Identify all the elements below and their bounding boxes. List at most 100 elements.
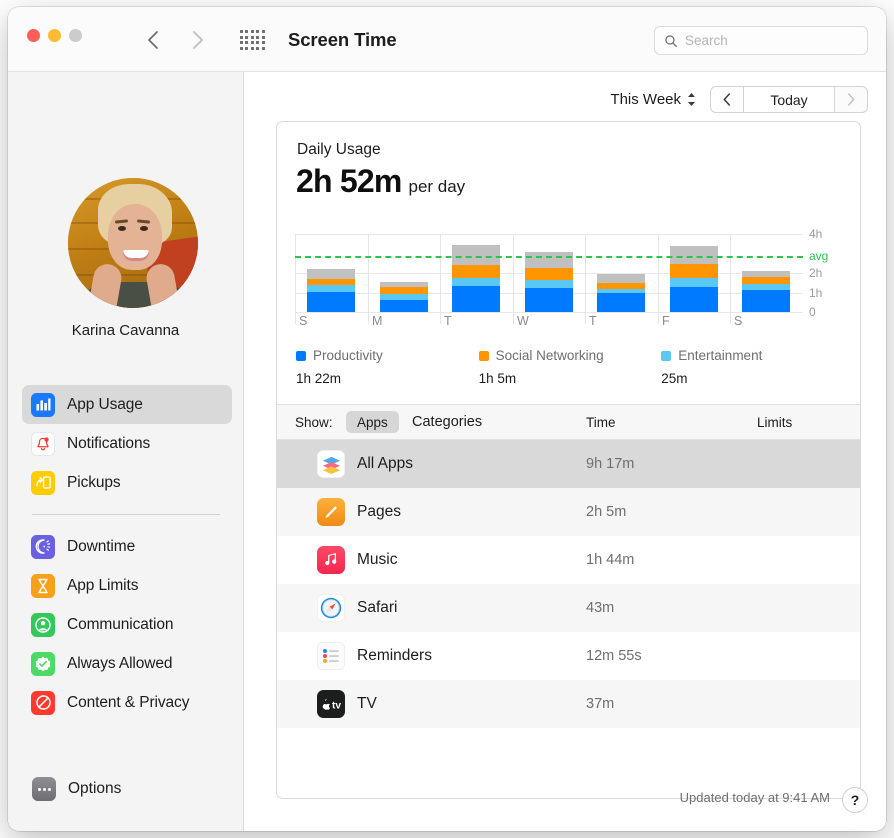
next-period-button[interactable]	[835, 86, 868, 113]
window-body: Karina Cavanna App Usage	[8, 72, 886, 831]
chart-bar-segment	[525, 280, 573, 288]
period-toolbar: This Week Today	[610, 86, 868, 113]
chart-day-separator	[440, 234, 441, 324]
table-row[interactable]: Pages 2h 5m	[277, 488, 860, 536]
search-field[interactable]	[654, 26, 868, 55]
table-row[interactable]: tv TV 37m	[277, 680, 860, 728]
chart-bar	[307, 269, 355, 312]
help-button[interactable]: ?	[842, 787, 868, 813]
legend-label: Social Networking	[496, 348, 604, 363]
svg-text:tv: tv	[332, 700, 341, 711]
search-input[interactable]	[685, 33, 850, 48]
safari-icon	[317, 594, 345, 622]
sidebar-item-notifications[interactable]: Notifications	[22, 424, 232, 463]
legend-swatch-icon	[661, 351, 671, 361]
chart-bar	[597, 274, 645, 312]
daily-usage-chart: SMTWTFS 01h2havg4h	[295, 234, 843, 330]
chevron-left-icon	[146, 30, 159, 50]
chart-gridline	[295, 312, 803, 313]
usage-card: Daily Usage 2h 52m per day SMTWTFS 01h2h…	[276, 121, 861, 799]
chart-bar-segment	[525, 288, 573, 312]
chevron-right-icon	[847, 93, 855, 106]
prev-period-button[interactable]	[710, 86, 743, 113]
screen-time-window: Screen Time	[8, 7, 886, 831]
period-select[interactable]: This Week	[610, 91, 696, 108]
back-button[interactable]	[136, 24, 168, 56]
sidebar-divider	[32, 514, 220, 515]
legend-item: Productivity 1h 22m	[296, 348, 479, 386]
sidebar-item-app-limits[interactable]: App Limits	[22, 566, 232, 605]
zoom-button[interactable]	[69, 29, 82, 42]
chart-y-tick: 2h	[809, 266, 822, 280]
sidebar-item-pickups[interactable]: Pickups	[22, 463, 232, 502]
chart-day-separator	[730, 234, 731, 324]
tab-apps[interactable]: Apps	[346, 411, 399, 433]
sidebar-item-label: App Limits	[67, 577, 138, 595]
show-all-grid-icon[interactable]	[240, 29, 270, 51]
close-button[interactable]	[27, 29, 40, 42]
bell-icon	[31, 432, 55, 456]
chart-bar	[742, 271, 790, 312]
chart-bar-segment	[670, 278, 718, 286]
column-header-limits: Limits	[757, 415, 792, 430]
chart-day-label: W	[517, 314, 529, 328]
options-label: Options	[68, 780, 121, 798]
traffic-lights	[27, 29, 82, 42]
sidebar-item-label: Always Allowed	[67, 655, 172, 673]
chart-bar-icon	[31, 393, 55, 417]
chart-bar-segment	[742, 290, 790, 312]
legend-label: Productivity	[313, 348, 383, 363]
date-nav-segment: Today	[710, 86, 868, 113]
sidebar-item-downtime[interactable]: Downtime	[22, 527, 232, 566]
chart-bar-segment	[452, 286, 500, 312]
table-row[interactable]: Music 1h 44m	[277, 536, 860, 584]
tab-categories[interactable]: Categories	[412, 414, 482, 430]
legend-value: 1h 5m	[479, 371, 662, 386]
sidebar-item-app-usage[interactable]: App Usage	[22, 385, 232, 424]
daily-usage-total: 2h 52m per day	[296, 163, 465, 200]
checkmark-seal-icon	[31, 652, 55, 676]
sidebar-item-communication[interactable]: Communication	[22, 605, 232, 644]
sidebar-item-label: App Usage	[67, 396, 143, 414]
app-time: 2h 5m	[586, 504, 626, 520]
sidebar-item-label: Downtime	[67, 538, 135, 556]
music-icon	[317, 546, 345, 574]
table-row[interactable]: Safari 43m	[277, 584, 860, 632]
app-time: 43m	[586, 600, 614, 616]
chart-bar-segment	[597, 274, 645, 283]
legend-item: Entertainment 25m	[661, 348, 844, 386]
column-header-time: Time	[586, 415, 616, 430]
avatar[interactable]	[68, 178, 198, 308]
sidebar-item-always-allowed[interactable]: Always Allowed	[22, 644, 232, 683]
today-button[interactable]: Today	[743, 86, 835, 113]
chart-y-tick: 4h	[809, 227, 822, 241]
chart-y-tick: 0	[809, 305, 816, 319]
table-row[interactable]: Reminders 12m 55s	[277, 632, 860, 680]
chart-bar-segment	[380, 300, 428, 312]
options-button[interactable]: Options	[32, 777, 121, 801]
period-label: This Week	[610, 91, 681, 108]
chart-day-separator	[658, 234, 659, 324]
legend-item: Social Networking 1h 5m	[479, 348, 662, 386]
sidebar-item-label: Pickups	[67, 474, 121, 492]
chart-day-separator	[295, 234, 296, 324]
table-header-bar: Show: Apps Categories Time Limits	[277, 404, 860, 440]
app-name: Pages	[357, 503, 401, 521]
chart-gridline	[295, 234, 803, 235]
forward-button[interactable]	[181, 24, 213, 56]
usage-total-unit: per day	[408, 177, 465, 197]
chart-y-tick: avg	[809, 249, 828, 263]
minimize-button[interactable]	[48, 29, 61, 42]
chart-bar-segment	[597, 293, 645, 312]
app-time: 12m 55s	[586, 648, 642, 664]
window-titlebar: Screen Time	[8, 7, 886, 72]
user-name: Karina Cavanna	[8, 322, 243, 339]
chart-day-separator	[368, 234, 369, 324]
sidebar-item-content-privacy[interactable]: Content & Privacy	[22, 683, 232, 722]
app-time: 37m	[586, 696, 614, 712]
chevron-right-icon	[191, 30, 204, 50]
ellipsis-icon	[32, 777, 56, 801]
chart-bar-segment	[307, 292, 355, 312]
chart-day-label: S	[734, 314, 742, 328]
table-row[interactable]: All Apps 9h 17m	[277, 440, 860, 488]
